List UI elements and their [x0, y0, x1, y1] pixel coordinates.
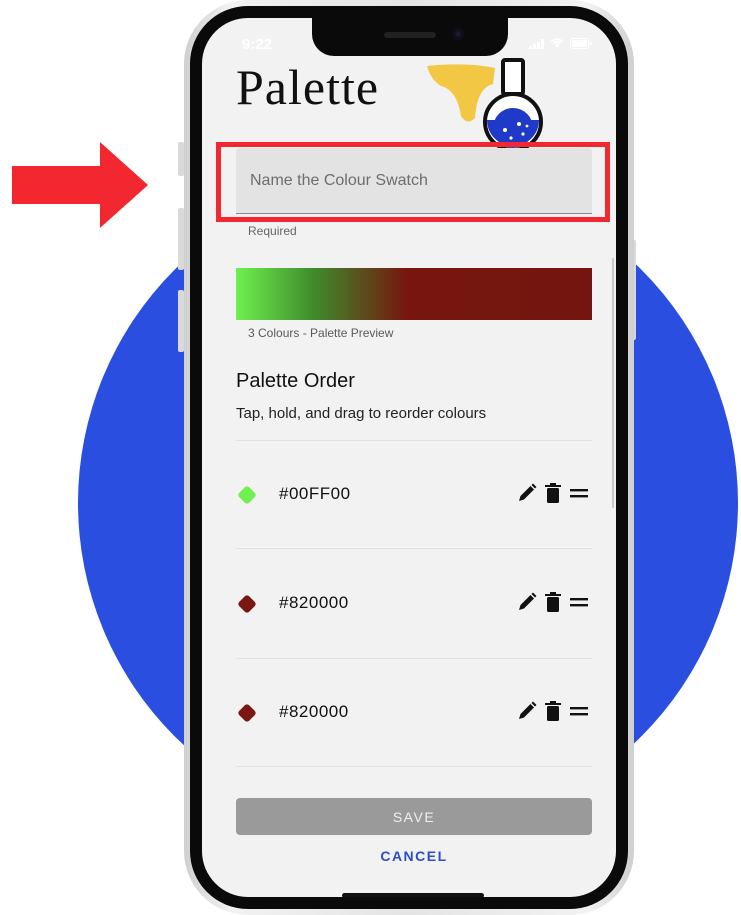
drag-handle-icon[interactable]: [568, 482, 590, 504]
home-indicator[interactable]: [342, 893, 484, 897]
notch: [312, 18, 508, 56]
pencil-icon[interactable]: [516, 591, 538, 613]
speaker-grille: [384, 32, 436, 38]
row-actions: [516, 591, 590, 613]
page-title: Palette: [236, 59, 380, 115]
row-divider: [236, 766, 592, 767]
swatch-dot: [238, 595, 256, 613]
color-row[interactable]: #820000: [236, 692, 592, 732]
wifi-icon: [550, 38, 564, 48]
color-hex-label: #00FF00: [279, 484, 351, 503]
phone-screen: 9:22 Palette Name the Colour Swatch Requ…: [202, 18, 616, 897]
row-actions: [516, 482, 590, 504]
row-divider: [236, 440, 592, 441]
drag-handle-icon[interactable]: [568, 591, 590, 613]
cancel-button[interactable]: CANCEL: [236, 844, 592, 868]
drag-handle-icon[interactable]: [568, 700, 590, 722]
stage: 9:22 Palette Name the Colour Swatch Requ…: [0, 0, 741, 915]
trash-icon[interactable]: [542, 700, 564, 722]
front-camera: [452, 28, 464, 40]
row-actions: [516, 700, 590, 722]
trash-icon[interactable]: [542, 482, 564, 504]
status-time: 9:22: [242, 36, 273, 53]
row-divider: [236, 658, 592, 659]
color-hex-label: #820000: [279, 593, 349, 612]
color-row[interactable]: #820000: [236, 583, 592, 623]
phone-frame: 9:22 Palette Name the Colour Swatch Requ…: [184, 0, 634, 915]
pencil-icon[interactable]: [516, 700, 538, 722]
color-hex-label: #820000: [279, 702, 349, 721]
save-button[interactable]: SAVE: [236, 798, 592, 835]
palette-preview-bar: [236, 268, 592, 320]
swatch-dot: [238, 704, 256, 722]
palette-order-instructions: Tap, hold, and drag to reorder colours: [236, 405, 487, 422]
flask-icon: [427, 58, 543, 152]
swatch-dot: [238, 486, 256, 504]
name-helper-text: Required: [248, 224, 297, 238]
phone-bezel: 9:22 Palette Name the Colour Swatch Requ…: [190, 6, 628, 909]
pencil-icon[interactable]: [516, 482, 538, 504]
scrollbar[interactable]: [612, 258, 614, 508]
trash-icon[interactable]: [542, 591, 564, 613]
battery-icon: [570, 38, 592, 49]
palette-preview-caption: 3 Colours - Palette Preview: [248, 326, 394, 340]
palette-order-heading: Palette Order: [236, 370, 355, 392]
color-row[interactable]: #00FF00: [236, 474, 592, 514]
signal-icon: [529, 39, 544, 49]
highlight-box: [216, 142, 610, 222]
red-arrow-pointer: [12, 142, 148, 228]
row-divider: [236, 548, 592, 549]
status-icons: [529, 38, 592, 49]
